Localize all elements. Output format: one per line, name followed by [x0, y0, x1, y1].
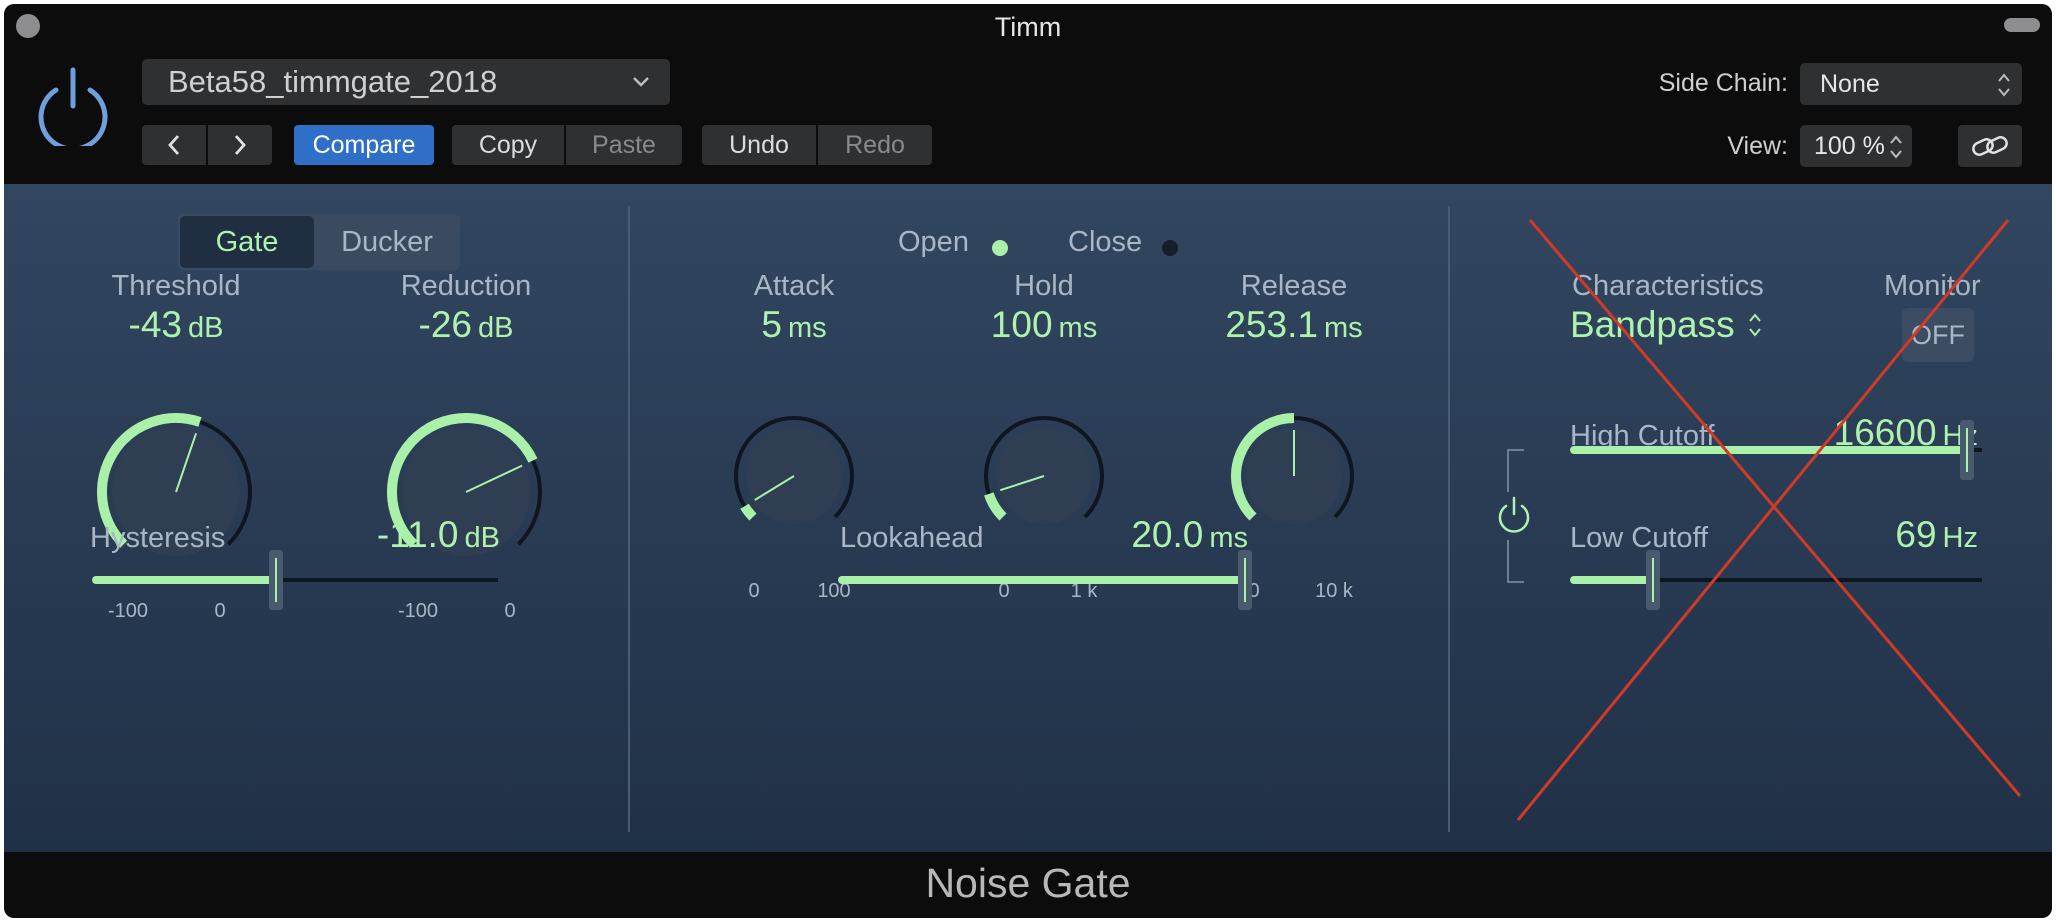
sidechain-dropdown[interactable]: None	[1800, 63, 2022, 105]
sidechain-value: None	[1820, 70, 1880, 98]
section-divider	[628, 206, 630, 832]
compare-button[interactable]: Compare	[294, 125, 434, 165]
knob-value-arc	[984, 492, 1007, 521]
chevron-right-icon	[234, 135, 246, 155]
preset-name: Beta58_timmgate_2018	[168, 64, 498, 99]
slider-thumb[interactable]	[269, 550, 283, 610]
mode-segmented-control: Gate Ducker	[178, 214, 460, 270]
attack-min-tick: 0	[748, 580, 760, 602]
close-indicator-led	[1162, 240, 1178, 256]
slider-thumb-notch	[1244, 558, 1246, 602]
release-label: Release	[1240, 270, 1348, 302]
view-zoom-value: 100 %	[1814, 132, 1885, 160]
view-label: View:	[1727, 132, 1788, 160]
open-indicator-label: Open	[898, 226, 969, 258]
plugin-window: Timm Beta58_timmgate_2018 Compare Copy P…	[4, 4, 2052, 918]
view-zoom-dropdown[interactable]: 100 %	[1800, 125, 1912, 167]
knob-value-arc	[740, 503, 757, 521]
reduction-value: -26 dB	[418, 304, 514, 345]
slider-thumb-notch	[275, 558, 277, 602]
slider-fill	[838, 576, 1252, 584]
release-value: 253.1 ms	[1225, 304, 1363, 345]
undo-button[interactable]: Undo	[702, 125, 816, 165]
updown-chevron-icon	[1998, 73, 2010, 97]
chevron-left-icon	[168, 135, 180, 155]
chevron-down-icon	[633, 77, 649, 87]
reduction-label: Reduction	[400, 270, 532, 302]
window-title: Timm	[994, 12, 1062, 42]
redo-button[interactable]: Redo	[818, 125, 932, 165]
attack-value: 5 ms	[761, 304, 827, 345]
hold-label: Hold	[1014, 270, 1074, 302]
link-icon	[1972, 136, 2008, 156]
ducker-mode-button[interactable]: Ducker	[316, 216, 458, 268]
hold-value: 100 ms	[990, 304, 1098, 345]
link-button[interactable]	[1958, 125, 2022, 167]
plugin-power-button[interactable]	[34, 62, 112, 152]
paste-button[interactable]: Paste	[566, 125, 682, 165]
section-divider	[1448, 206, 1450, 832]
release-max-tick: 10 k	[1315, 580, 1353, 602]
lookahead-slider[interactable]	[838, 550, 1252, 610]
open-indicator-led	[992, 240, 1008, 256]
gate-mode-button[interactable]: Gate	[180, 216, 314, 268]
copy-button[interactable]: Copy	[452, 125, 564, 165]
updown-chevron-icon	[1890, 135, 1902, 159]
next-preset-button[interactable]	[208, 125, 272, 165]
threshold-label: Threshold	[111, 270, 241, 302]
hysteresis-slider[interactable]	[92, 550, 498, 610]
sidechain-label: Side Chain:	[1658, 69, 1788, 97]
plugin-main-panel: Gate Ducker Threshold -43 dB -100 0 Reduc…	[4, 184, 2052, 852]
attack-label: Attack	[753, 270, 835, 302]
plugin-name-footer: Noise Gate	[925, 860, 1131, 906]
close-indicator-label: Close	[1068, 226, 1143, 258]
power-icon	[38, 67, 108, 152]
slider-thumb[interactable]	[1238, 550, 1252, 610]
ducker-mode-label: Ducker	[341, 226, 433, 258]
window-minimize-button[interactable]	[2004, 18, 2040, 32]
threshold-value: -43 dB	[128, 304, 224, 345]
gate-mode-label: Gate	[215, 226, 279, 258]
slider-fill	[92, 576, 275, 584]
disabled-cross-overlay	[1516, 219, 2022, 821]
previous-preset-button[interactable]	[142, 125, 206, 165]
preset-dropdown[interactable]: Beta58_timmgate_2018	[142, 59, 670, 105]
